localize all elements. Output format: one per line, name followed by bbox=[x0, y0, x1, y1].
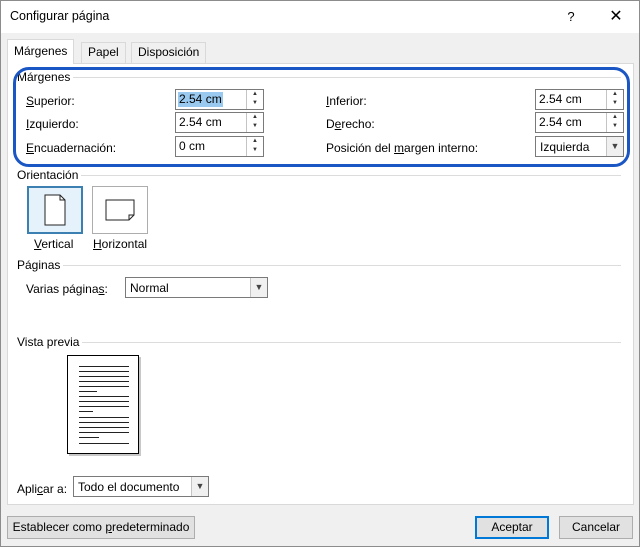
gutter-position-select[interactable]: Izquierda ▼ bbox=[535, 136, 624, 157]
spin-down-icon[interactable]: ▼ bbox=[607, 122, 623, 131]
chevron-down-icon[interactable]: ▼ bbox=[250, 278, 267, 297]
gutter-spinner[interactable]: 0 cm ▲ ▼ bbox=[175, 136, 264, 157]
bottom-margin-value[interactable]: 2.54 cm bbox=[538, 92, 583, 107]
chevron-down-icon[interactable]: ▼ bbox=[191, 477, 208, 496]
left-margin-spinner[interactable]: 2.54 cm ▲ ▼ bbox=[175, 112, 264, 133]
top-margin-label: Superior: bbox=[26, 94, 75, 108]
spin-down-icon[interactable]: ▼ bbox=[247, 122, 263, 131]
orientation-section-label: Orientación bbox=[17, 168, 82, 182]
spin-down-icon[interactable]: ▼ bbox=[247, 146, 263, 155]
top-margin-value[interactable]: 2.54 cm bbox=[178, 92, 223, 107]
help-button[interactable]: ? bbox=[553, 1, 589, 33]
preview-divider bbox=[79, 342, 621, 343]
preview-section-label: Vista previa bbox=[17, 335, 83, 349]
multiple-pages-label: Varias páginas: bbox=[26, 282, 108, 296]
portrait-button[interactable] bbox=[27, 186, 83, 234]
gutter-value[interactable]: 0 cm bbox=[178, 139, 206, 154]
page-setup-dialog: Configurar página ? ✕ Márgenes Papel Dis… bbox=[0, 0, 640, 547]
apply-to-value: Todo el documento bbox=[78, 480, 180, 494]
margins-divider bbox=[73, 77, 621, 78]
right-margin-value[interactable]: 2.54 cm bbox=[538, 115, 583, 130]
ok-button[interactable]: Aceptar bbox=[475, 516, 549, 539]
apply-to-label: Aplicar a: bbox=[17, 482, 68, 496]
pages-divider bbox=[61, 265, 621, 266]
left-margin-value[interactable]: 2.54 cm bbox=[178, 115, 223, 130]
close-button[interactable]: ✕ bbox=[593, 1, 639, 33]
pages-section-label: Páginas bbox=[17, 258, 64, 272]
gutter-label: Encuadernación: bbox=[26, 141, 117, 155]
apply-to-select[interactable]: Todo el documento ▼ bbox=[73, 476, 209, 497]
page-preview bbox=[67, 355, 139, 454]
gutter-position-value: Izquierda bbox=[540, 140, 590, 154]
top-margin-spinner[interactable]: 2.54 cm ▲ ▼ bbox=[175, 89, 264, 110]
left-margin-label: Izquierdo: bbox=[26, 117, 79, 131]
landscape-label: Horizontal bbox=[93, 237, 148, 251]
spin-up-icon[interactable]: ▲ bbox=[607, 113, 623, 122]
bottom-margin-label: Inferior: bbox=[326, 94, 367, 108]
landscape-page-icon bbox=[105, 199, 135, 221]
right-margin-label: Derecho: bbox=[326, 117, 375, 131]
set-default-button[interactable]: Establecer como predeterminado bbox=[7, 516, 195, 539]
right-margin-spinner[interactable]: 2.54 cm ▲ ▼ bbox=[535, 112, 624, 133]
bottom-margin-spinner[interactable]: 2.54 cm ▲ ▼ bbox=[535, 89, 624, 110]
spin-down-icon[interactable]: ▼ bbox=[607, 99, 623, 108]
gutter-position-label: Posición del margen interno: bbox=[326, 141, 479, 155]
window-title: Configurar página bbox=[10, 9, 110, 23]
multiple-pages-select[interactable]: Normal ▼ bbox=[125, 277, 268, 298]
portrait-page-icon bbox=[44, 194, 66, 226]
spin-up-icon[interactable]: ▲ bbox=[247, 137, 263, 146]
spin-up-icon[interactable]: ▲ bbox=[247, 90, 263, 99]
multiple-pages-value: Normal bbox=[130, 281, 169, 295]
tab-margins[interactable]: Márgenes bbox=[7, 39, 75, 64]
portrait-label: Vertical bbox=[34, 237, 74, 251]
spin-down-icon[interactable]: ▼ bbox=[247, 99, 263, 108]
margins-section-label: Márgenes bbox=[17, 70, 74, 84]
tab-paper[interactable]: Papel bbox=[81, 42, 126, 63]
cancel-button[interactable]: Cancelar bbox=[559, 516, 633, 539]
spin-up-icon[interactable]: ▲ bbox=[607, 90, 623, 99]
spin-up-icon[interactable]: ▲ bbox=[247, 113, 263, 122]
orientation-divider bbox=[81, 175, 621, 176]
tab-layout[interactable]: Disposición bbox=[131, 42, 207, 63]
landscape-button[interactable] bbox=[92, 186, 148, 234]
title-bar: Configurar página ? ✕ bbox=[1, 1, 639, 33]
chevron-down-icon[interactable]: ▼ bbox=[606, 137, 623, 156]
